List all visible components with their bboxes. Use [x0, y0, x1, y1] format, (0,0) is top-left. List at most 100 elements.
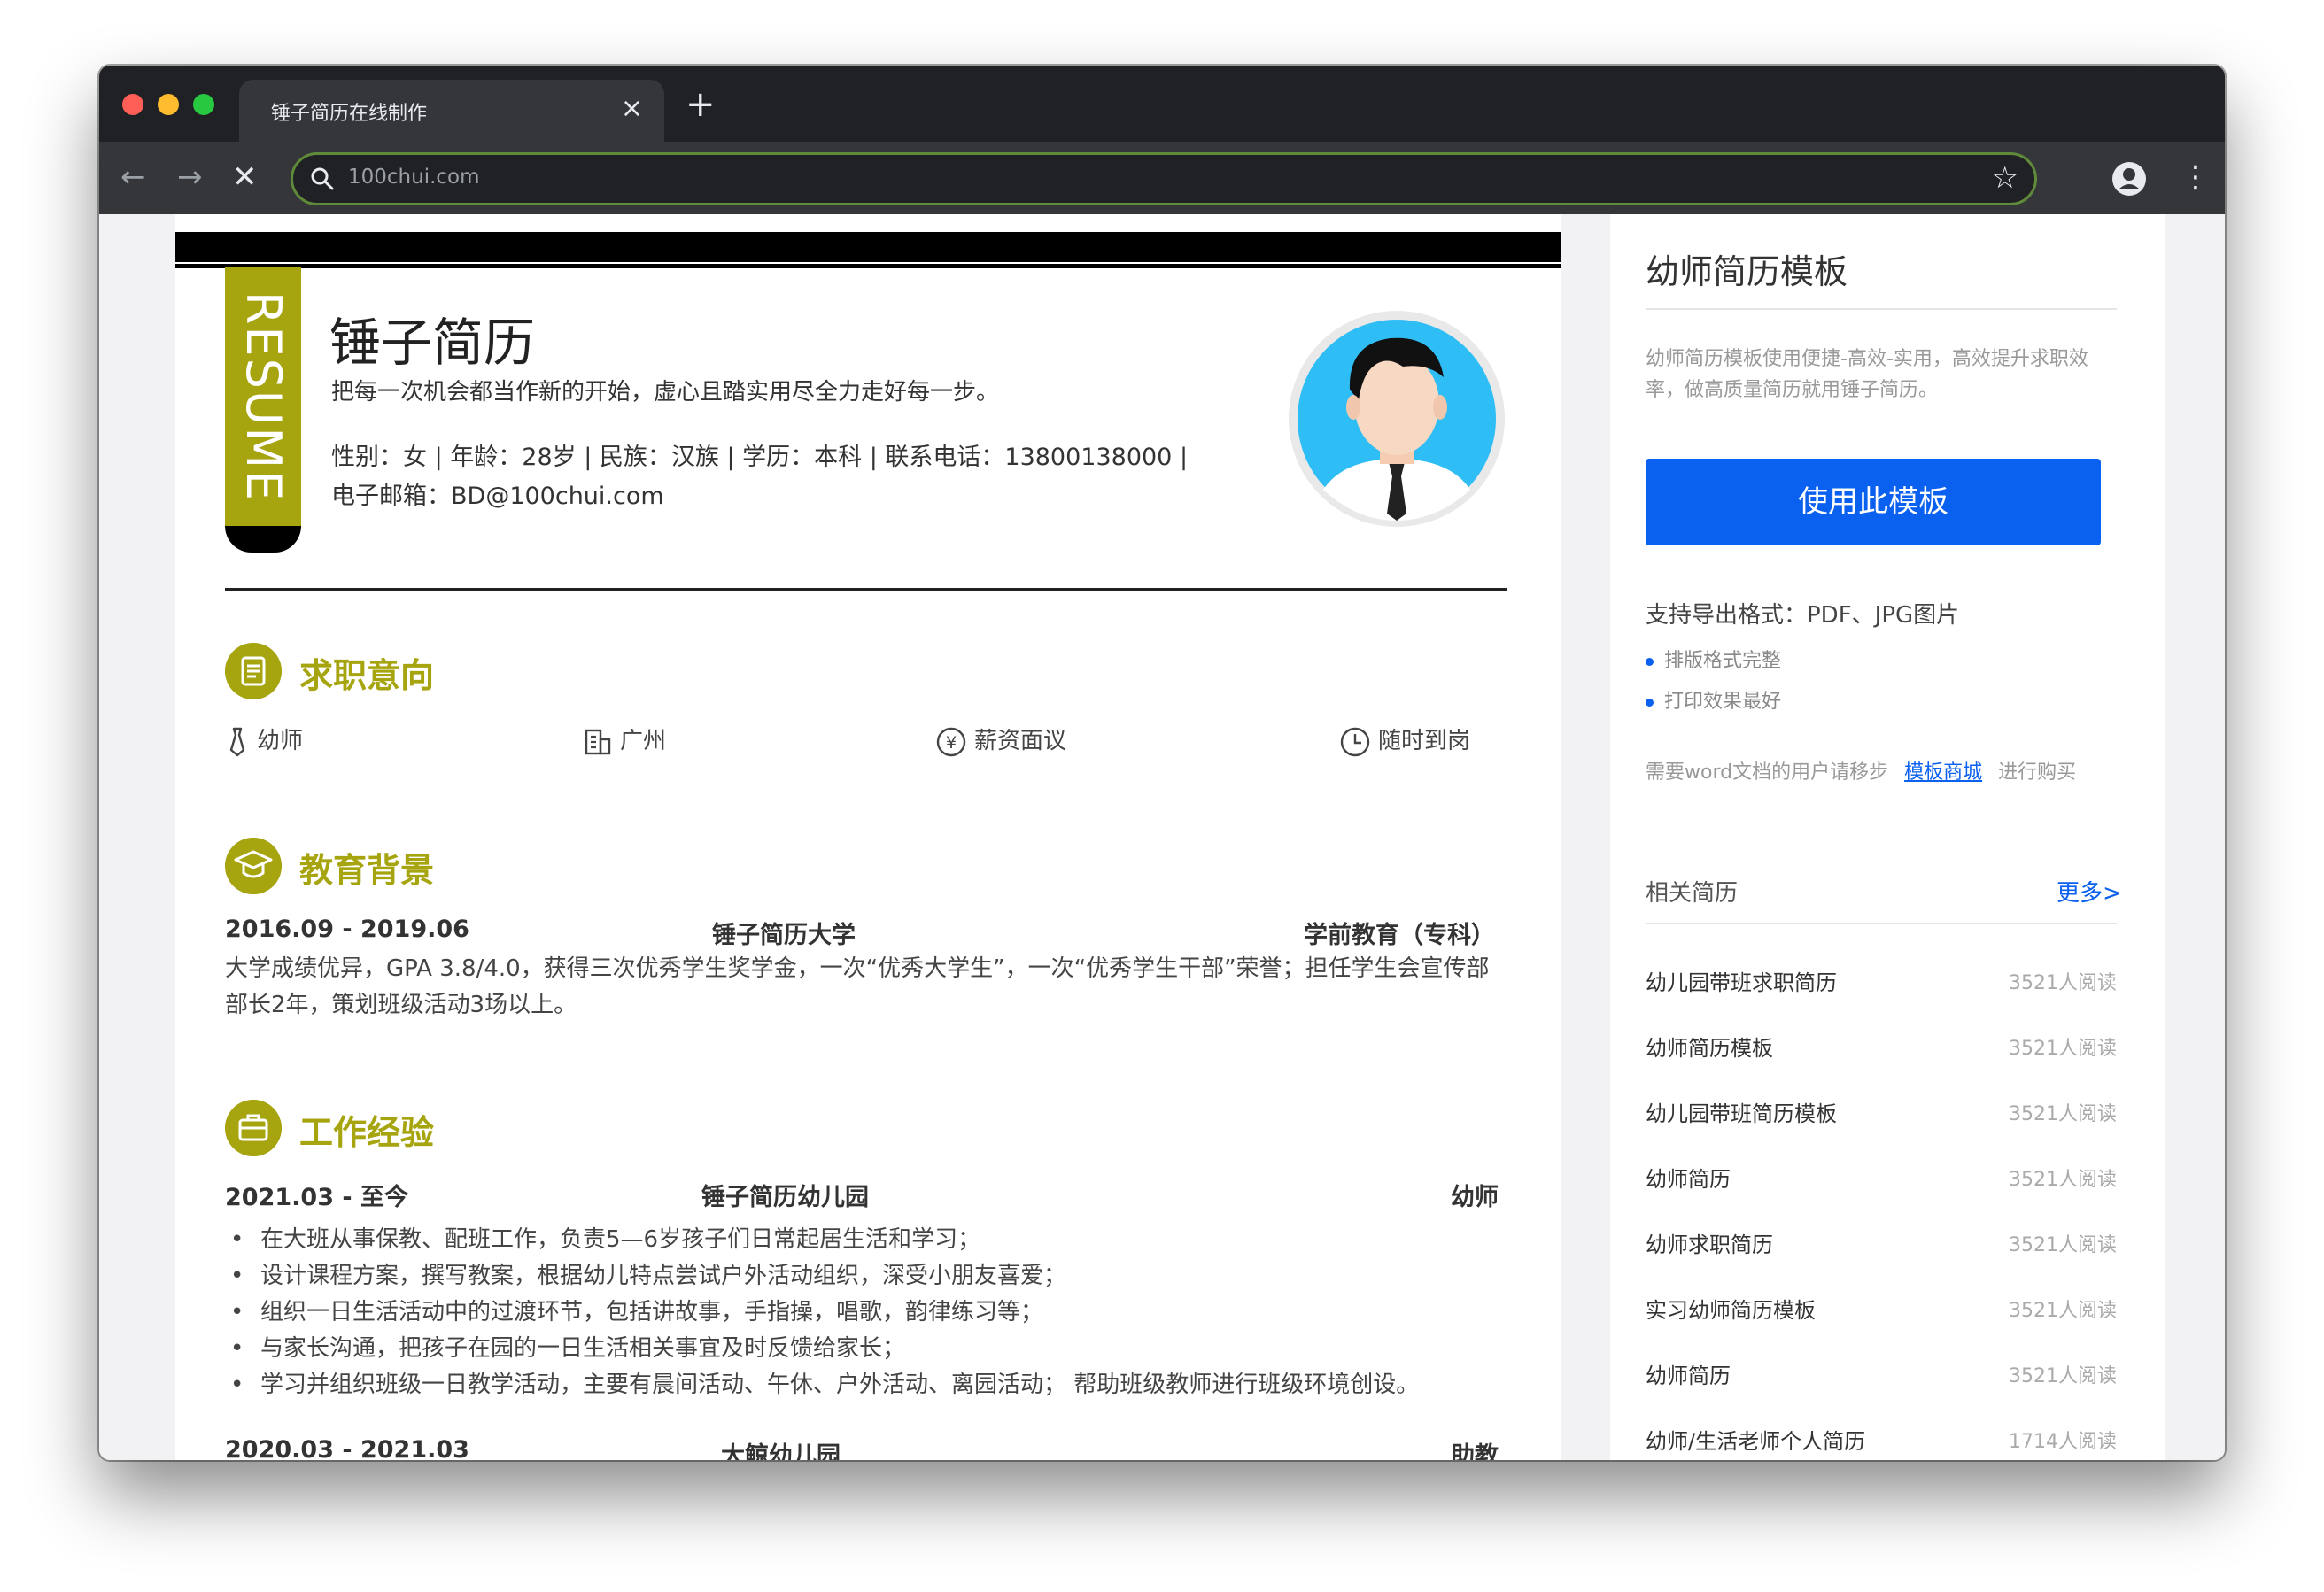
bullet-dot-icon	[1646, 657, 1654, 666]
related-item-title[interactable]: 实习幼师简历模板	[1646, 1293, 1816, 1324]
avatar	[1289, 311, 1505, 527]
browser-menu-icon[interactable]: ⋮	[2181, 158, 2211, 197]
education-major: 学前教育（专科）	[1304, 922, 1495, 949]
job-availability-text: 随时到岗	[1378, 728, 1471, 754]
job-intention-icon	[225, 643, 282, 699]
related-item-reads: 3521人阅读	[2009, 972, 2117, 994]
job-city-text: 广州	[620, 728, 667, 754]
browser-toolbar: ← → ✕ 100chui.com ☆ ⋮	[99, 142, 2225, 214]
back-arrow-icon[interactable]: ←	[120, 158, 146, 197]
education-school: 锤子简历大学	[712, 922, 856, 949]
email-info: 电子邮箱：BD@100chui.com	[331, 483, 664, 510]
related-item[interactable]: 幼儿园带班求职简历 3521人阅读	[1646, 965, 2117, 1001]
related-item-reads: 3521人阅读	[2009, 1300, 2117, 1322]
more-link[interactable]: 更多>	[2057, 875, 2122, 908]
related-resumes-title: 相关简历	[1646, 880, 1739, 907]
work-company: 锤子简历幼儿园	[701, 1184, 869, 1211]
clock-icon	[1340, 727, 1370, 756]
banner-cap	[225, 526, 301, 553]
related-item[interactable]: 幼师简历模板 3521人阅读	[1646, 1031, 2117, 1066]
profile-avatar-icon[interactable]	[2111, 161, 2147, 197]
resume-banner-text: RESUME	[236, 290, 291, 503]
browser-tab[interactable]: 锤子简历在线制作 ×	[239, 80, 664, 142]
address-bar[interactable]: 100chui.com ☆	[290, 152, 2037, 205]
feature-text: 打印效果最好	[1664, 691, 1782, 713]
work-duties-list: 在大班从事保教、配班工作，负责5—6岁孩子们日常起居生活和学习； 设计课程方案，…	[225, 1222, 1507, 1403]
related-item-reads: 3521人阅读	[2009, 1234, 2117, 1256]
related-item-reads: 3521人阅读	[2009, 1365, 2117, 1387]
education-title: 教育背景	[299, 851, 435, 890]
related-item-title[interactable]: 幼师简历模板	[1646, 1031, 1773, 1062]
sidebar-divider	[1646, 308, 2117, 310]
forward-arrow-icon[interactable]: →	[177, 158, 203, 197]
work-period: 2021.03 - 至今	[225, 1184, 408, 1211]
work-period-2: 2020.03 - 2021.03	[225, 1436, 469, 1460]
tie-icon	[229, 727, 245, 756]
use-template-button[interactable]: 使用此模板	[1646, 459, 2101, 545]
personal-info: 性别：女 | 年龄：28岁 | 民族：汉族 | 学历：本科 | 联系电话：138…	[331, 444, 1189, 471]
related-item[interactable]: 幼师求职简历 3521人阅读	[1646, 1227, 2117, 1263]
close-window-button[interactable]	[122, 94, 143, 115]
tab-strip: 锤子简历在线制作 × +	[99, 66, 2225, 142]
job-position-text: 幼师	[257, 728, 304, 754]
tab-close-icon[interactable]: ×	[621, 94, 643, 124]
related-item-title[interactable]: 幼师求职简历	[1646, 1227, 1773, 1258]
list-item: 设计课程方案，撰写教案，根据幼儿特点尝试户外活动组织，深受小朋友喜爱；	[225, 1258, 1507, 1294]
work-experience-icon	[225, 1100, 282, 1156]
related-item[interactable]: 幼师简历 3521人阅读	[1646, 1358, 2117, 1394]
maximize-window-button[interactable]	[193, 94, 214, 115]
resume-vertical-banner: RESUME	[225, 267, 301, 526]
related-item-title[interactable]: 幼师/生活老师个人简历	[1646, 1424, 1865, 1455]
url-text[interactable]: 100chui.com	[348, 166, 480, 189]
related-item[interactable]: 幼师/生活老师个人简历 1714人阅读	[1646, 1424, 2117, 1459]
word-download-hint: 需要word文档的用户请移步 模板商城 进行购买	[1646, 756, 2076, 784]
job-salary-text: 薪资面议	[974, 728, 1067, 754]
related-item[interactable]: 实习幼师简历模板 3521人阅读	[1646, 1293, 2117, 1328]
list-item: 组织一日生活活动中的过渡环节，包括讲故事，手指操，唱歌，韵律练习等；	[225, 1294, 1507, 1331]
resume-name: 锤子简历	[329, 313, 536, 373]
job-availability: 随时到岗	[1339, 723, 1470, 758]
related-item-title[interactable]: 幼儿园带班简历模板	[1646, 1096, 1837, 1127]
related-item[interactable]: 幼儿园带班简历模板 3521人阅读	[1646, 1096, 2117, 1132]
related-item-reads: 1714人阅读	[2009, 1431, 2117, 1453]
building-icon	[585, 729, 611, 754]
list-item: 与家长沟通，把孩子在园的一日生活相关事宜及时反馈给家长；	[225, 1331, 1507, 1367]
feature-text: 排版格式完整	[1664, 650, 1782, 672]
job-salary: ¥ 薪资面议	[935, 723, 1066, 758]
sidebar-title: 幼师简历模板	[1646, 252, 1848, 291]
education-period: 2016.09 - 2019.06	[225, 916, 469, 943]
related-item-title[interactable]: 幼师简历	[1646, 1162, 1731, 1193]
minimize-window-button[interactable]	[158, 94, 179, 115]
education-icon	[225, 838, 282, 894]
job-position: 幼师	[225, 723, 303, 758]
template-mall-link[interactable]: 模板商城	[1904, 761, 1982, 784]
page-viewport: RESUME 锤子简历 把每一次机会都当作新的开始，虚心且踏实用尽全力走好每一步…	[99, 214, 2225, 1460]
word-prefix: 需要word文档的用户请移步	[1646, 761, 1889, 784]
work-role-2: 助教	[1451, 1442, 1499, 1460]
tab-title: 锤子简历在线制作	[271, 103, 428, 125]
bookmark-star-icon[interactable]: ☆	[1992, 160, 2018, 196]
job-intention-title: 求职意向	[299, 656, 435, 695]
feature-item: 排版格式完整	[1646, 645, 1781, 673]
related-item-title[interactable]: 幼师简历	[1646, 1358, 1731, 1389]
template-sidebar: 幼师简历模板 幼师简历模板使用便捷-高效-实用，高效提升求职效率，做高质量简历就…	[1610, 214, 2165, 1460]
work-role: 幼师	[1451, 1184, 1499, 1211]
education-description: 大学成绩优异，GPA 3.8/4.0，获得三次优秀学生奖学金，一次“优秀大学生”…	[225, 955, 1490, 1018]
related-item-title[interactable]: 幼儿园带班求职简历	[1646, 965, 1837, 996]
list-item: 在大班从事保教、配班工作，负责5—6岁孩子们日常起居生活和学习；	[225, 1222, 1507, 1258]
feature-item: 打印效果最好	[1646, 685, 1781, 714]
job-city: 广州	[583, 723, 666, 757]
work-company-2: 大鲸幼儿园	[721, 1442, 841, 1460]
work-experience-title: 工作经验	[299, 1113, 435, 1152]
related-item-reads: 3521人阅读	[2009, 1169, 2117, 1191]
word-suffix: 进行购买	[1998, 761, 2077, 784]
yuan-icon: ¥	[936, 727, 966, 756]
related-item-reads: 3521人阅读	[2009, 1038, 2117, 1060]
stop-loading-icon[interactable]: ✕	[232, 158, 258, 197]
resume-preview: RESUME 锤子简历 把每一次机会都当作新的开始，虚心且踏实用尽全力走好每一步…	[175, 214, 1561, 1460]
svg-text:¥: ¥	[946, 733, 957, 753]
related-divider	[1646, 923, 2117, 924]
header-divider	[225, 588, 1507, 591]
new-tab-button[interactable]: +	[686, 85, 716, 124]
related-item[interactable]: 幼师简历 3521人阅读	[1646, 1162, 2117, 1197]
